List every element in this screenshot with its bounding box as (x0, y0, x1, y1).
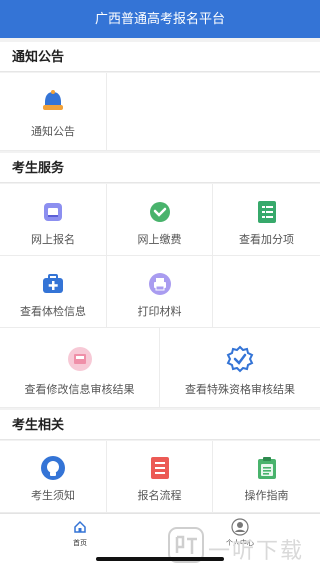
operation-guide-button[interactable]: 操作指南 (213, 441, 320, 513)
home-indicator (96, 557, 224, 561)
print-materials-label: 打印材料 (137, 305, 182, 318)
empty-cell (213, 256, 320, 328)
notice-label: 通知公告 (31, 125, 75, 138)
online-register-label: 网上报名 (31, 233, 75, 246)
register-book-icon (44, 203, 62, 221)
printer-icon (148, 273, 171, 295)
bonus-items-label: 查看加分项 (239, 233, 294, 246)
section-title-services: 考生服务 (0, 153, 320, 183)
candidate-notice-label: 考生须知 (31, 489, 75, 502)
bonus-items-button[interactable]: 查看加分项 (213, 184, 320, 256)
watermark: 一听下载 (168, 527, 318, 567)
inbox-review-icon (67, 347, 92, 371)
related-grid: 考生须知 报名流程 操作指南 (0, 441, 320, 513)
operation-guide-label: 操作指南 (244, 489, 289, 502)
medical-info-label: 查看体检信息 (20, 305, 86, 318)
services-grid: 网上报名 网上缴费 查看加分项 查看体检信息 打印材料 查看修改信息审核结果 查… (0, 184, 320, 408)
notice-grid: 通知公告 (0, 73, 320, 151)
bell-icon (43, 90, 63, 110)
special-qualification-label: 查看特殊资格审核结果 (185, 383, 295, 396)
special-qualification-button[interactable]: 查看特殊资格审核结果 (160, 328, 320, 408)
online-payment-button[interactable]: 网上缴费 (107, 184, 213, 256)
candidate-notice-button[interactable]: 考生须知 (0, 441, 107, 513)
medical-info-button[interactable]: 查看体检信息 (0, 256, 107, 328)
section-title-related: 考生相关 (0, 410, 320, 440)
notice-button[interactable]: 通知公告 (0, 73, 107, 151)
registration-process-label: 报名流程 (137, 489, 182, 502)
page-title: 广西普通高考报名平台 (94, 12, 225, 27)
online-register-button[interactable]: 网上报名 (0, 184, 107, 256)
modify-review-button[interactable]: 查看修改信息审核结果 (0, 328, 160, 408)
tab-home-label: 首页 (73, 539, 87, 547)
guide-clipboard-icon (257, 457, 276, 479)
verified-badge-icon (226, 345, 254, 373)
process-document-icon (150, 457, 169, 479)
app-header: 广西普通高考报名平台 (0, 0, 320, 38)
bonus-list-icon (257, 201, 276, 223)
empty-cell (107, 73, 320, 151)
home-icon (74, 520, 86, 533)
payment-check-icon (149, 202, 170, 222)
notice-bulb-icon (41, 456, 65, 480)
print-materials-button[interactable]: 打印材料 (107, 256, 213, 328)
medical-kit-icon (43, 274, 63, 293)
tab-home[interactable]: 首页 (0, 514, 160, 554)
section-title-notice: 通知公告 (0, 42, 320, 72)
registration-process-button[interactable]: 报名流程 (107, 441, 213, 513)
online-payment-label: 网上缴费 (137, 233, 182, 246)
modify-review-label: 查看修改信息审核结果 (24, 383, 135, 396)
